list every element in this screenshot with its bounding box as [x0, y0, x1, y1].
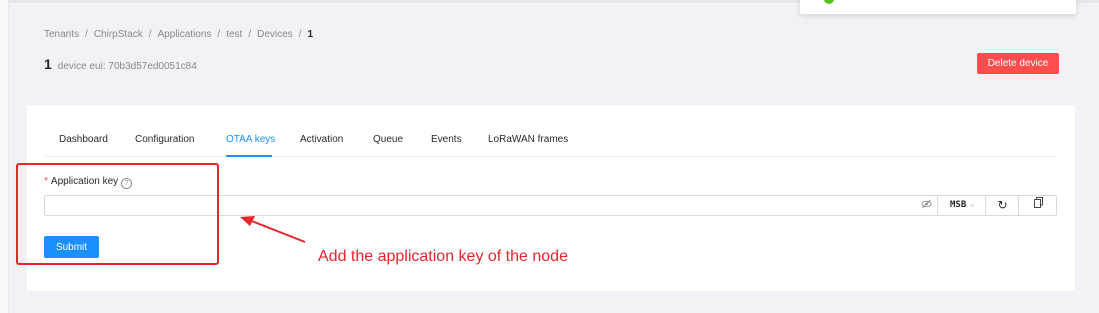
breadcrumb-chirpstack[interactable]: ChirpStack [94, 29, 143, 40]
notification-toast [800, 0, 1076, 14]
breadcrumb: Tenants / ChirpStack / Applications / test / Dev… [44, 29, 314, 40]
breadcrumb-current: 1 [307, 29, 314, 40]
tab-lorawan-frames[interactable]: LoRaWAN frames [488, 134, 568, 145]
sidebar-edge [0, 0, 9, 313]
annotation-text: Add the application key of the node [318, 248, 568, 265]
active-tab-indicator [226, 155, 272, 157]
annotation-highlight-box [16, 163, 219, 265]
tab-configuration[interactable]: Configuration [135, 134, 194, 145]
delete-device-button[interactable]: Delete device [977, 53, 1059, 74]
breadcrumb-test[interactable]: test [226, 29, 242, 40]
chevron-down-icon: ⌄ [970, 199, 975, 208]
device-name: 1 [44, 56, 52, 72]
success-icon [824, 0, 834, 4]
breadcrumb-tenants[interactable]: Tenants [44, 29, 79, 40]
page-title: 1 device eui: 70b3d57ed0051c84 [44, 56, 197, 72]
byte-order-value: MSB [950, 200, 967, 210]
eye-invisible-icon[interactable] [921, 199, 932, 212]
byte-order-select[interactable]: MSB ⌄ [937, 196, 986, 215]
tab-queue[interactable]: Queue [373, 134, 403, 145]
breadcrumb-applications[interactable]: Applications [158, 29, 212, 40]
device-eui: device eui: 70b3d57ed0051c84 [57, 61, 197, 72]
copy-icon[interactable] [1018, 196, 1057, 215]
tab-otaa-keys[interactable]: OTAA keys [226, 134, 275, 145]
tab-dashboard[interactable]: Dashboard [59, 134, 108, 145]
tab-bar: Dashboard Configuration OTAA keys Activa… [44, 126, 1058, 157]
refresh-icon[interactable]: ↻ [985, 196, 1019, 215]
tab-activation[interactable]: Activation [300, 134, 343, 145]
breadcrumb-devices[interactable]: Devices [257, 29, 293, 40]
annotation-arrow [240, 216, 306, 243]
tab-events[interactable]: Events [431, 134, 462, 145]
